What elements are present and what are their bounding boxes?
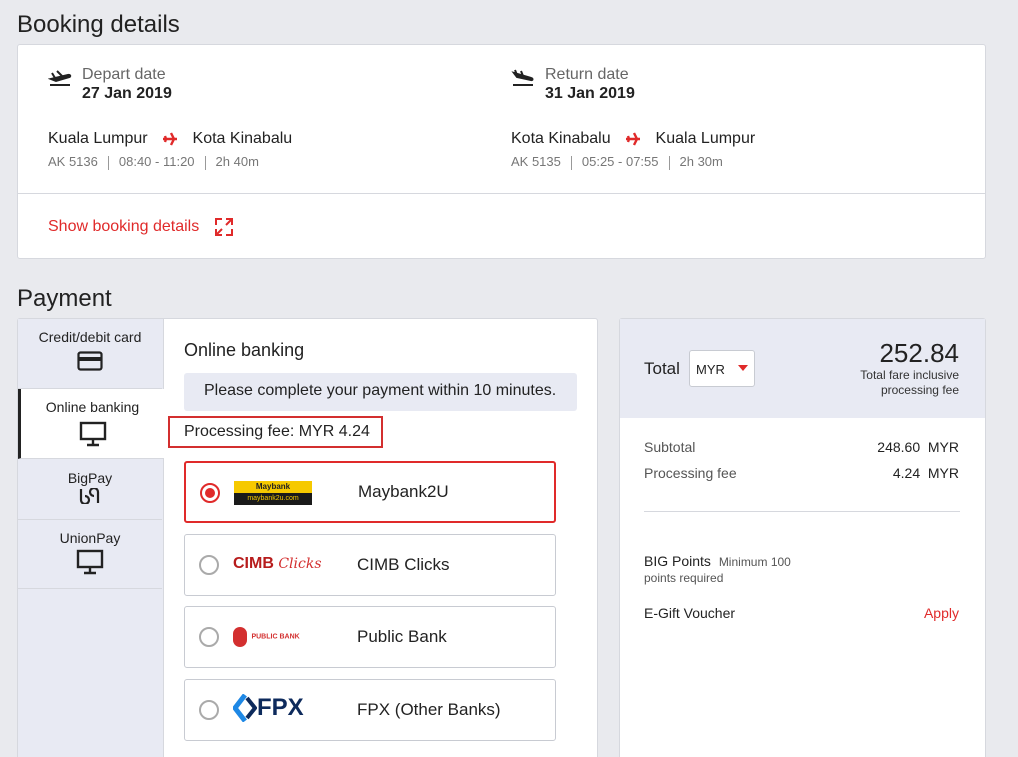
processing-fee-value: 4.24 MYR: [892, 465, 959, 481]
tab-label: Credit/debit card: [38, 329, 142, 345]
landing-icon: [511, 69, 534, 86]
caret-down-icon: [738, 365, 748, 371]
monitor-icon: [76, 549, 104, 575]
depart-route: Kuala Lumpur Kota Kinabalu: [48, 130, 292, 148]
bank-option-public-bank[interactable]: PUBLIC BANK Public Bank: [184, 606, 556, 668]
tab-label: UnionPay: [59, 530, 121, 546]
return-duration: 2h 30m: [679, 154, 723, 169]
public-bank-logo: PUBLIC BANK: [233, 627, 313, 657]
takeoff-icon: [48, 70, 72, 86]
tab-bigpay[interactable]: BigPay: [18, 459, 162, 520]
return-route: Kota Kinabalu Kuala Lumpur: [511, 130, 755, 148]
depart-duration: 2h 40m: [215, 154, 259, 169]
bank-name: FPX (Other Banks): [357, 700, 501, 719]
cimb-logo: CIMB Clicks: [233, 555, 322, 572]
tab-credit-debit-card[interactable]: Credit/debit card: [18, 319, 162, 389]
radio-unselected[interactable]: [199, 627, 219, 647]
tab-label: Online banking: [45, 399, 140, 415]
radio-selected[interactable]: [200, 483, 220, 503]
payment-tabs: Credit/debit card Online banking BigPay …: [18, 319, 164, 757]
online-banking-title: Online banking: [184, 340, 305, 360]
summary-divider: [644, 511, 960, 512]
payment-notice: Please complete your payment within 10 m…: [184, 373, 577, 411]
total-note-1: Total fare inclusive: [860, 368, 959, 382]
return-flight: AK 5135: [511, 154, 561, 169]
total-amount: 252.84: [879, 338, 959, 368]
tab-online-banking[interactable]: Online banking: [18, 389, 164, 459]
bank-name: CIMB Clicks: [357, 555, 450, 574]
monitor-icon: [79, 421, 106, 447]
depart-date: 27 Jan 2019: [82, 85, 172, 102]
plane-icon: [626, 132, 641, 146]
depart-meta: AK 5136 08:40 - 11:20 2h 40m: [48, 154, 259, 170]
tab-unionpay[interactable]: UnionPay: [18, 520, 162, 589]
payment-title: Payment: [17, 285, 112, 312]
show-booking-details-label: Show booking details: [48, 218, 200, 236]
depart-label: Depart date: [82, 66, 166, 83]
booking-card: Depart date 27 Jan 2019 Kuala Lumpur Kot…: [17, 44, 986, 259]
plane-icon: [163, 132, 178, 146]
return-date: 31 Jan 2019: [545, 85, 635, 102]
expand-icon: [214, 218, 233, 236]
booking-title: Booking details: [17, 11, 180, 38]
big-points-row: BIG Points Minimum 100: [644, 553, 791, 569]
depart-flight: AK 5136: [48, 154, 98, 169]
fpx-logo: FPX: [231, 693, 313, 724]
depart-time: 08:40 - 11:20: [118, 154, 195, 169]
show-booking-details-link[interactable]: Show booking details: [48, 217, 234, 237]
tab-label: BigPay: [67, 470, 113, 486]
maybank-logo: Maybank maybank2u.com: [234, 481, 312, 505]
bank-option-fpx[interactable]: FPX FPX (Other Banks): [184, 679, 556, 741]
currency-value: MYR: [696, 362, 725, 377]
apply-voucher-link[interactable]: Apply: [924, 605, 959, 621]
return-to: Kuala Lumpur: [655, 130, 756, 147]
return-meta: AK 5135 05:25 - 07:55 2h 30m: [511, 154, 723, 170]
processing-fee-label: Processing fee: [644, 465, 737, 481]
depart-to: Kota Kinabalu: [192, 130, 293, 147]
bank-option-maybank2u[interactable]: Maybank maybank2u.com Maybank2U: [184, 461, 556, 523]
total-label: Total: [644, 359, 680, 378]
big-points-note-2: points required: [644, 571, 724, 585]
return-time: 05:25 - 07:55: [581, 154, 659, 169]
bank-option-cimb-clicks[interactable]: CIMB Clicks CIMB Clicks: [184, 534, 556, 596]
return-label: Return date: [545, 66, 629, 83]
radio-unselected[interactable]: [199, 555, 219, 575]
total-note-2: processing fee: [880, 383, 959, 397]
currency-select[interactable]: MYR: [689, 350, 755, 387]
subtotal-value: 248.60 MYR: [877, 439, 959, 455]
radio-unselected[interactable]: [199, 700, 219, 720]
card-icon: [77, 351, 103, 371]
bank-name: Public Bank: [357, 627, 447, 646]
bigpay-icon: [79, 488, 100, 504]
divider: [18, 193, 985, 194]
processing-fee-notice: Processing fee: MYR 4.24: [168, 416, 383, 448]
big-points-note: Minimum 100: [718, 555, 791, 569]
return-from: Kota Kinabalu: [511, 130, 611, 147]
egift-voucher-label: E-Gift Voucher: [644, 605, 736, 621]
bank-name: Maybank2U: [358, 482, 449, 501]
depart-from: Kuala Lumpur: [48, 130, 148, 147]
big-points-label: BIG Points: [644, 553, 711, 569]
subtotal-label: Subtotal: [644, 439, 696, 455]
